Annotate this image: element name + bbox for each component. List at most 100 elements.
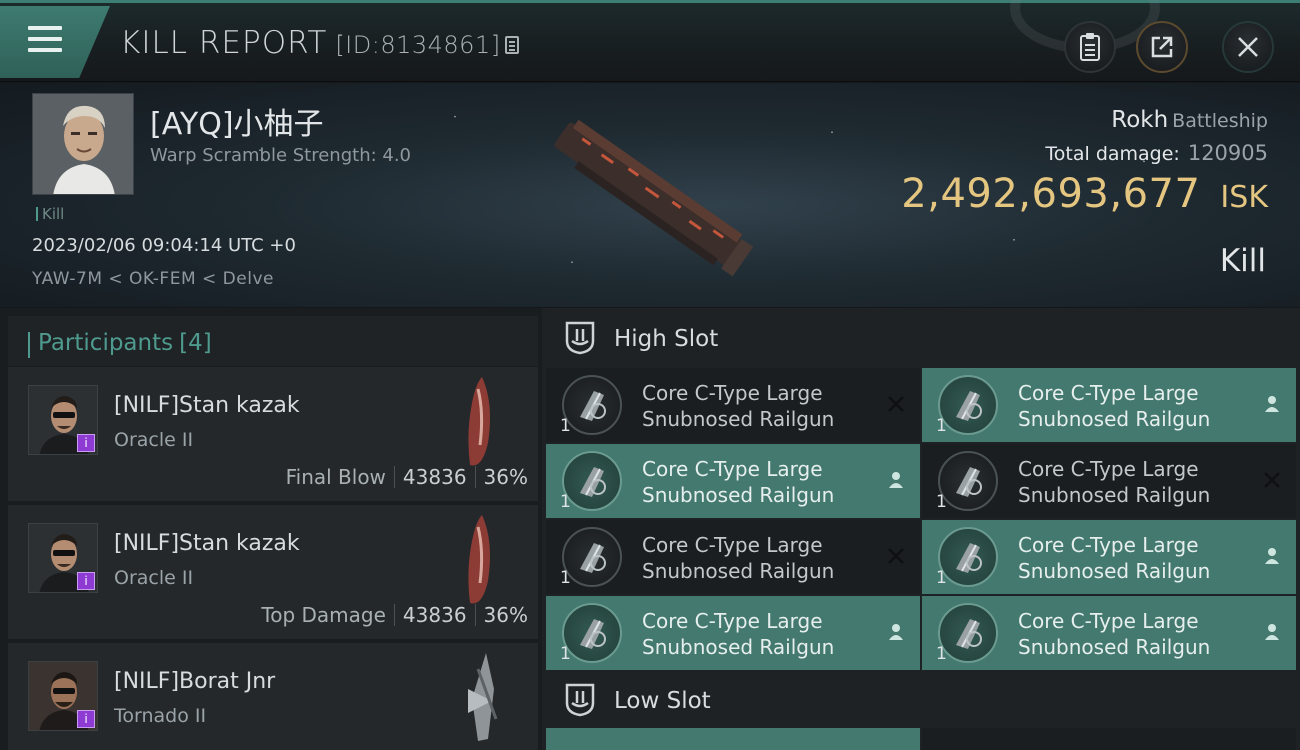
x-icon <box>886 546 906 566</box>
railgun-icon <box>956 543 982 573</box>
railgun-icon <box>956 619 982 649</box>
victim-portrait[interactable] <box>32 93 134 195</box>
participants-panel: Participants [4] i [NILF]Stan kazak Oracl… <box>0 308 542 750</box>
result-label: Kill <box>1219 243 1266 279</box>
participant-avatar[interactable]: i <box>28 523 98 593</box>
module-icon <box>562 375 622 435</box>
participant-avatar[interactable]: i <box>28 385 98 455</box>
x-icon <box>1262 470 1282 490</box>
share-button[interactable] <box>1136 21 1188 73</box>
participant-stats: Final Blow 43836 36% <box>286 465 528 489</box>
low-slot-header: Low Slot <box>542 670 1300 732</box>
participant-row[interactable]: i [NILF]Borat Jnr Tornado II <box>8 643 538 750</box>
isk-unit: ISK <box>1220 180 1268 215</box>
high-slot-item[interactable]: 1 Core C-Type Large Snubnosed Railgun <box>546 596 920 670</box>
corp-badge-icon: i <box>77 572 95 590</box>
participants-label: Participants <box>38 330 174 356</box>
high-slot-item[interactable]: 1 Core C-Type Large Snubnosed Railgun <box>922 520 1296 594</box>
participant-name[interactable]: [NILF]Stan kazak <box>114 393 300 418</box>
module-name: Core C-Type Large Snubnosed Railgun <box>1018 533 1211 583</box>
person-icon <box>1262 546 1282 566</box>
high-slot-header: High Slot <box>542 308 1300 370</box>
header-bar: KILL REPORT [ID:8134861] <box>0 0 1300 82</box>
copy-icon[interactable] <box>504 36 519 54</box>
module-quantity: 1 <box>560 568 571 588</box>
corp-badge-icon: i <box>77 434 95 452</box>
person-icon <box>1262 394 1282 414</box>
report-id: [ID:8134861] <box>335 31 501 59</box>
fitting-panel: High Slot 1 Core C-Type Large Snubnosed R… <box>542 308 1300 750</box>
total-damage-line: Total damage: 120905 <box>1045 141 1268 165</box>
module-name: Core C-Type Large Snubnosed Railgun <box>642 533 835 583</box>
tornado-ship-icon <box>468 653 498 741</box>
high-slot-item[interactable]: 1 Core C-Type Large Snubnosed Railgun <box>922 444 1296 518</box>
kill-datetime: 2023/02/06 09:04:14 UTC +0 <box>32 235 296 256</box>
module-icon <box>938 375 998 435</box>
participant-name[interactable]: [NILF]Borat Jnr <box>114 669 275 694</box>
module-icon <box>562 451 622 511</box>
participant-role: Top Damage <box>261 603 386 627</box>
participant-row[interactable]: i [NILF]Stan kazak Oracle II Final Blow 4… <box>8 367 538 501</box>
low-slot-item[interactable] <box>546 728 920 750</box>
module-name: Core C-Type Large Snubnosed Railgun <box>1018 609 1211 659</box>
oracle-ship-icon <box>468 515 490 604</box>
clipboard-icon <box>1080 33 1100 61</box>
participant-stats: Top Damage 43836 36% <box>261 603 528 627</box>
participant-row[interactable]: i [NILF]Stan kazak Oracle II Top Damage 4… <box>8 505 538 639</box>
x-icon <box>886 394 906 414</box>
participant-percent: 36% <box>483 603 528 627</box>
high-slot-item[interactable]: 1 Core C-Type Large Snubnosed Railgun <box>546 368 920 442</box>
clipboard-button[interactable] <box>1064 21 1116 73</box>
total-damage-value: 120905 <box>1187 141 1268 165</box>
participant-ship: Oracle II <box>114 429 194 451</box>
module-quantity: 1 <box>560 416 571 436</box>
high-slot-label: High Slot <box>614 326 719 352</box>
high-slot-item[interactable]: 1 Core C-Type Large Snubnosed Railgun <box>922 596 1296 670</box>
participant-role: Final Blow <box>285 465 386 489</box>
module-quantity: 1 <box>560 644 571 664</box>
high-slot-item[interactable]: 1 Core C-Type Large Snubnosed Railgun <box>546 444 920 518</box>
railgun-icon <box>580 543 606 573</box>
railgun-icon <box>580 467 606 497</box>
kill-location[interactable]: YAW-7M < OK-FEM < Delve <box>32 269 274 289</box>
module-icon <box>938 451 998 511</box>
total-damage-label: Total damage: <box>1045 143 1180 165</box>
victim-portrait-image <box>33 94 133 194</box>
participant-ship: Tornado II <box>114 705 207 727</box>
title-text: KILL REPORT <box>120 25 328 61</box>
corp-badge-icon: i <box>77 710 95 728</box>
railgun-icon <box>956 391 982 421</box>
person-icon <box>886 622 906 642</box>
module-icon <box>562 527 622 587</box>
high-slot-item[interactable]: 1 Core C-Type Large Snubnosed Railgun <box>546 520 920 594</box>
low-slot-label: Low Slot <box>614 688 711 714</box>
module-name: Core C-Type Large Snubnosed Railgun <box>642 457 835 507</box>
participant-name[interactable]: [NILF]Stan kazak <box>114 531 300 556</box>
oracle-ship-icon <box>468 377 490 466</box>
railgun-icon <box>580 391 606 421</box>
module-icon <box>938 603 998 663</box>
hamburger-icon <box>28 26 62 52</box>
module-quantity: 1 <box>936 492 947 512</box>
close-button[interactable] <box>1222 21 1274 73</box>
module-name: Core C-Type Large Snubnosed Railgun <box>1018 457 1211 507</box>
share-icon <box>1151 36 1173 58</box>
ship-type-line: Rokh Battleship <box>1111 107 1268 133</box>
ship-name[interactable]: Rokh <box>1111 107 1168 133</box>
menu-button[interactable] <box>0 6 110 78</box>
participant-ship: Oracle II <box>114 567 194 589</box>
low-slot-item[interactable] <box>922 728 1296 750</box>
victim-name[interactable]: [AYQ]小柚子 <box>150 99 324 143</box>
module-quantity: 1 <box>936 416 947 436</box>
slot-shield-icon <box>565 683 595 717</box>
participants-header: Participants [4] <box>8 316 538 366</box>
page-title: KILL REPORT [ID:8134861] <box>120 25 519 61</box>
module-name: Core C-Type Large Snubnosed Railgun <box>1018 381 1211 431</box>
module-quantity: 1 <box>560 492 571 512</box>
module-quantity: 1 <box>936 644 947 664</box>
participant-avatar[interactable]: i <box>28 661 98 731</box>
railgun-icon <box>580 619 606 649</box>
person-icon <box>886 470 906 490</box>
victim-ship-image[interactable] <box>530 109 770 289</box>
high-slot-item[interactable]: 1 Core C-Type Large Snubnosed Railgun <box>922 368 1296 442</box>
